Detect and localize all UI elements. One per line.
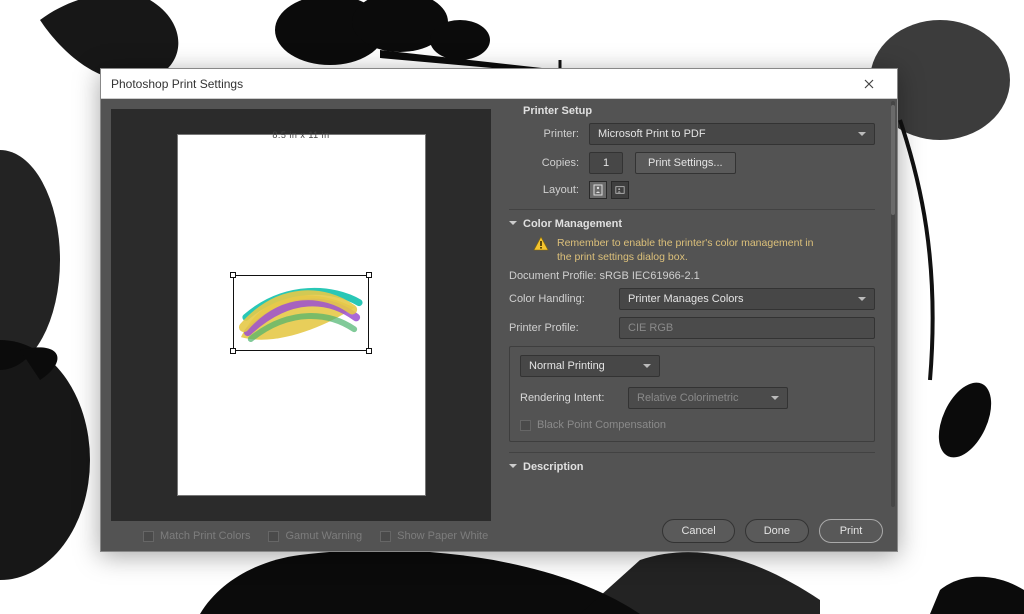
- printer-dropdown[interactable]: Microsoft Print to PDF: [589, 123, 875, 145]
- print-settings-button[interactable]: Print Settings...: [635, 152, 736, 174]
- close-icon: [864, 79, 874, 89]
- chevron-down-icon: [858, 297, 866, 301]
- done-button[interactable]: Done: [745, 519, 809, 543]
- paper-dimensions-label: 8.5 in x 11 in: [178, 130, 425, 140]
- printer-profile-value: CIE RGB: [628, 322, 673, 334]
- chevron-down-icon: [509, 464, 517, 468]
- layout-landscape-button[interactable]: [611, 181, 629, 199]
- checkbox-icon: [520, 420, 531, 431]
- warning-text: Remember to enable the printer's color m…: [557, 236, 827, 264]
- description-heading[interactable]: Description: [509, 461, 875, 473]
- color-management-heading[interactable]: Color Management: [509, 218, 875, 230]
- rendering-intent-dropdown[interactable]: Relative Colorimetric: [628, 387, 788, 409]
- layout-label: Layout:: [509, 184, 589, 196]
- printer-label: Printer:: [509, 128, 589, 140]
- document-profile-label: Document Profile: sRGB IEC61966-2.1: [509, 270, 875, 282]
- color-management-warning: Remember to enable the printer's color m…: [533, 236, 875, 264]
- chevron-down-icon: [858, 132, 866, 136]
- rendering-box: Normal Printing Rendering Intent: Relati…: [509, 346, 875, 442]
- layout-portrait-button[interactable]: [589, 181, 607, 199]
- resize-handle-br[interactable]: [366, 348, 372, 354]
- dialog-titlebar: Photoshop Print Settings: [101, 69, 897, 99]
- print-button[interactable]: Print: [819, 519, 883, 543]
- print-preview: 8.5 in x 11 in: [111, 109, 491, 521]
- warning-icon: [533, 236, 549, 252]
- printer-profile-label: Printer Profile:: [509, 322, 619, 334]
- cancel-button[interactable]: Cancel: [662, 519, 734, 543]
- preview-options: Match Print Colors Gamut Warning Show Pa…: [111, 521, 491, 551]
- match-print-colors-label: Match Print Colors: [160, 530, 250, 542]
- preview-column: 8.5 in x 11 in: [101, 99, 501, 551]
- settings-scrollbar[interactable]: [889, 99, 897, 509]
- show-paper-white-checkbox[interactable]: Show Paper White: [380, 530, 488, 542]
- printer-value: Microsoft Print to PDF: [598, 128, 706, 140]
- print-mode-value: Normal Printing: [529, 360, 605, 372]
- chevron-down-icon: [643, 364, 651, 368]
- print-settings-dialog: Photoshop Print Settings 8.5 in x 11 in: [100, 68, 898, 552]
- resize-handle-tr[interactable]: [366, 272, 372, 278]
- printer-setup-heading: Printer Setup: [523, 105, 875, 117]
- gamut-warning-checkbox[interactable]: Gamut Warning: [268, 530, 362, 542]
- color-handling-value: Printer Manages Colors: [628, 293, 744, 305]
- landscape-icon: [615, 184, 625, 196]
- color-handling-label: Color Handling:: [509, 293, 619, 305]
- bpc-label: Black Point Compensation: [537, 419, 666, 431]
- rendering-intent-label: Rendering Intent:: [520, 392, 628, 404]
- dialog-footer: Cancel Done Print: [662, 519, 883, 543]
- show-paper-white-label: Show Paper White: [397, 530, 488, 542]
- chevron-down-icon: [771, 396, 779, 400]
- checkbox-icon: [143, 531, 154, 542]
- checkbox-icon: [380, 531, 391, 542]
- print-mode-dropdown[interactable]: Normal Printing: [520, 355, 660, 377]
- paper-preview: 8.5 in x 11 in: [178, 135, 425, 495]
- rendering-intent-value: Relative Colorimetric: [637, 392, 738, 404]
- copies-label: Copies:: [509, 157, 589, 169]
- scrollbar-thumb[interactable]: [891, 105, 895, 215]
- artwork-thumbnail: [236, 278, 366, 349]
- dialog-title: Photoshop Print Settings: [109, 77, 849, 91]
- checkbox-icon: [268, 531, 279, 542]
- color-handling-dropdown[interactable]: Printer Manages Colors: [619, 288, 875, 310]
- match-print-colors-checkbox[interactable]: Match Print Colors: [143, 530, 250, 542]
- gamut-warning-label: Gamut Warning: [285, 530, 362, 542]
- close-button[interactable]: [849, 70, 889, 98]
- settings-column: Printer Setup Printer: Microsoft Print t…: [501, 99, 897, 551]
- image-bounding-box[interactable]: [233, 275, 369, 351]
- portrait-icon: [593, 184, 603, 196]
- chevron-down-icon: [509, 221, 517, 225]
- black-point-compensation-checkbox: Black Point Compensation: [520, 419, 864, 431]
- copies-input[interactable]: 1: [589, 152, 623, 174]
- printer-profile-field: CIE RGB: [619, 317, 875, 339]
